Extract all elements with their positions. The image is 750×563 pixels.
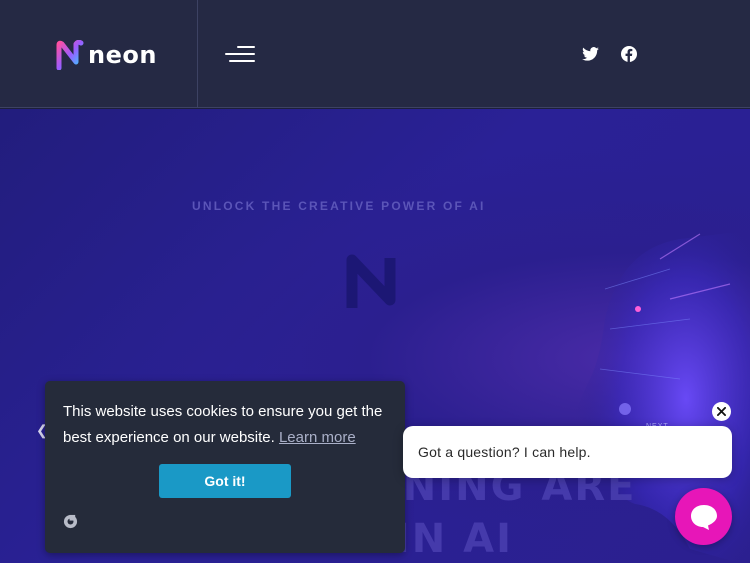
hamburger-icon — [237, 46, 255, 48]
header-divider — [197, 0, 198, 108]
twitter-link[interactable] — [580, 44, 600, 64]
cookie-message: This website uses cookies to ensure you … — [63, 399, 393, 451]
logo-text: neon — [88, 41, 157, 69]
site-header: neon — [0, 0, 750, 108]
facebook-icon — [621, 46, 637, 62]
hero-logo-mark-icon — [346, 254, 396, 308]
chat-launcher-button[interactable] — [675, 488, 732, 545]
logo-mark-icon — [56, 40, 84, 70]
close-icon — [717, 407, 726, 416]
cookie-accept-button[interactable]: Got it! — [159, 464, 291, 498]
hero-eyebrow: UNLOCK THE CREATIVE POWER OF AI — [192, 199, 486, 213]
cookie-banner: This website uses cookies to ensure you … — [45, 381, 405, 553]
chat-prompt-text: Got a question? I can help. — [418, 444, 591, 460]
site-logo[interactable]: neon — [56, 38, 157, 72]
chat-bubble-icon — [690, 504, 717, 530]
twitter-icon — [581, 47, 599, 61]
cookie-settings-icon[interactable] — [63, 514, 78, 529]
chat-prompt-bubble[interactable]: Got a question? I can help. — [403, 426, 732, 478]
menu-button[interactable] — [225, 44, 255, 64]
cookie-learn-more-link[interactable]: Learn more — [279, 429, 356, 446]
facebook-link[interactable] — [619, 44, 639, 64]
chat-close-button[interactable] — [712, 402, 731, 421]
